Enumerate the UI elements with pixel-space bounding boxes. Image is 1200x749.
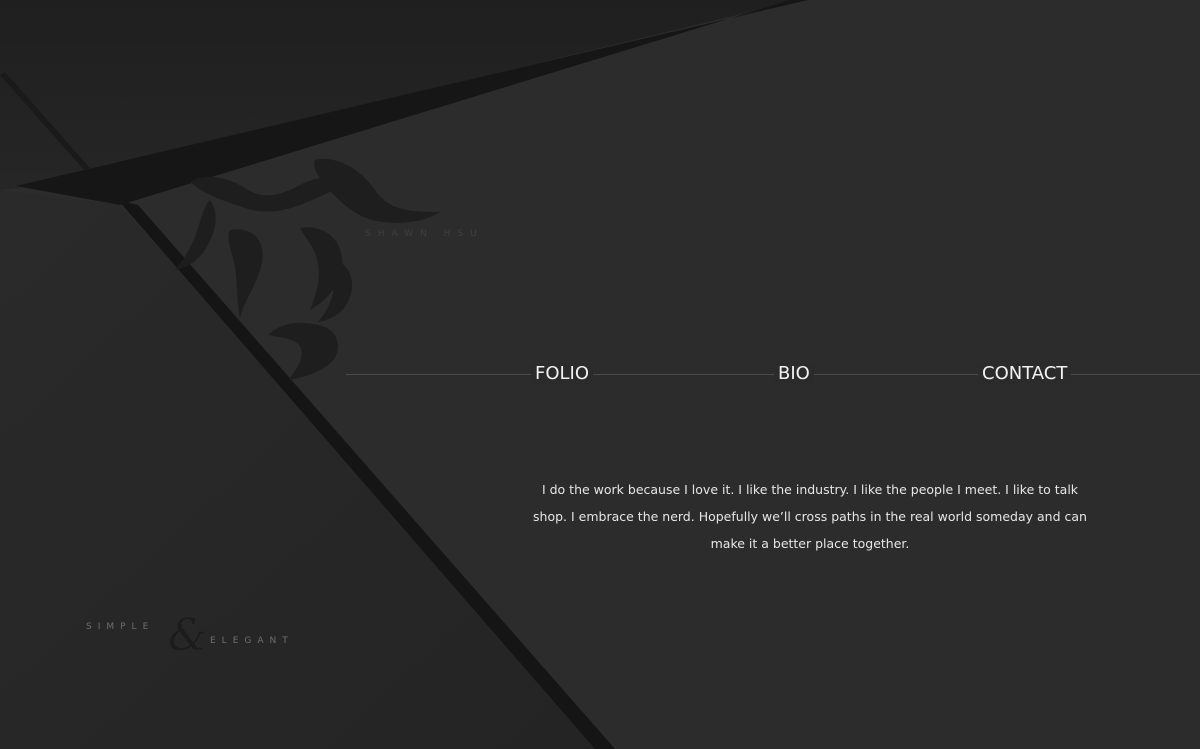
brand-name: SHAWN HSU [365, 229, 484, 239]
tagline-word-elegant: ELEGANT [210, 636, 294, 646]
ampersand-icon: & [168, 610, 208, 661]
nav-link-contact[interactable]: CONTACT [978, 363, 1072, 385]
tagline-logo: SIMPLE & ELEGANT [86, 610, 346, 662]
nav-link-folio[interactable]: FOLIO [531, 363, 594, 385]
page: SHAWN HSU FOLIO BIO CONTACT I do the wor… [0, 0, 1200, 749]
intro-paragraph: I do the work because I love it. I like … [533, 482, 1087, 551]
nav-link-bio[interactable]: BIO [774, 363, 814, 385]
tagline-word-simple: SIMPLE [86, 622, 155, 632]
nav-divider [346, 374, 1200, 375]
